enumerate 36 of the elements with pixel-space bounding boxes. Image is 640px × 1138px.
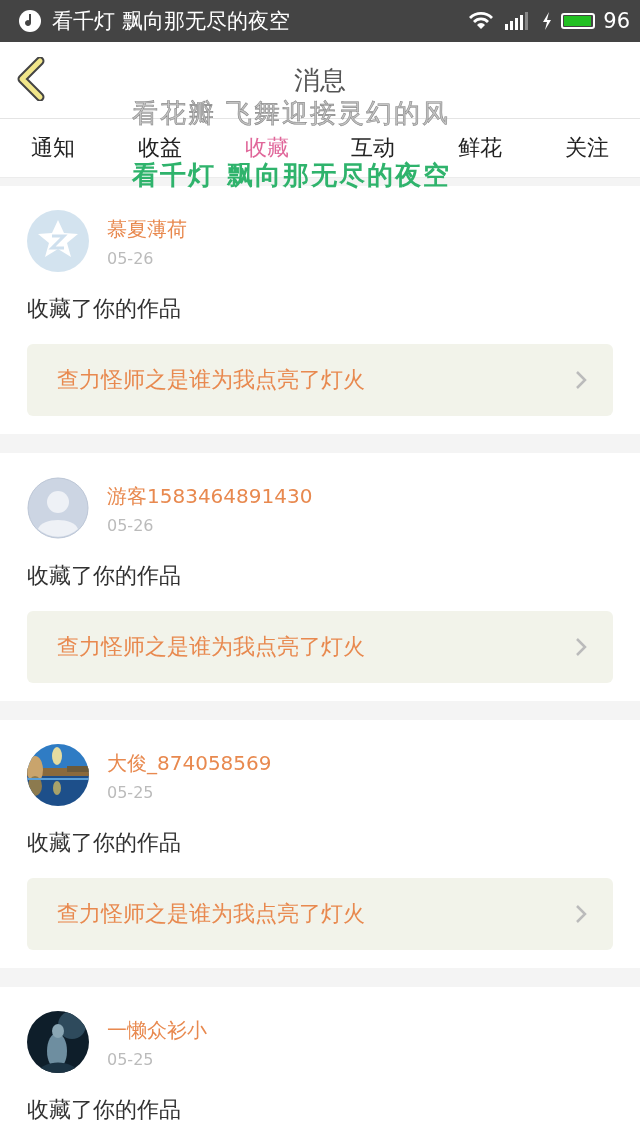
message-date: 05-26 [107,516,155,535]
username[interactable]: 一懒众衫小 [107,1017,207,1044]
work-link[interactable]: 查力怪师之是谁为我点亮了灯火 [27,878,613,950]
username[interactable]: 慕夏薄荷 [107,216,187,243]
tab[interactable]: 鲜花 [458,136,502,160]
music-note-icon [18,9,42,33]
work-link[interactable]: 查力怪师之是谁为我点亮了灯火 [27,344,613,416]
message-text: 收藏了你的作品 [27,829,182,857]
message-text: 收藏了你的作品 [27,295,182,323]
tab[interactable]: 收藏 [244,136,289,160]
message-date: 05-25 [107,1050,155,1069]
page-title: 消息 [294,63,346,97]
work-link[interactable]: 查力怪师之是谁为我点亮了灯火 [27,611,613,683]
lyrics-text: 看千灯 飘向那无尽的夜空 [132,161,452,189]
message-date: 05-26 [107,249,155,268]
person-avatar-icon [27,477,89,539]
notification-text: 看千灯 飘向那无尽的夜空 [52,8,290,35]
tab[interactable]: 通知 [31,136,76,160]
username[interactable]: 大俊_874058569 [107,750,272,777]
lyrics-text: 看花瓣 飞舞迎接灵幻的风 [132,99,451,127]
tab[interactable]: 关注 [564,136,609,160]
charging-icon [541,11,554,31]
tab[interactable]: 互动 [351,136,396,160]
back-chevron-icon [16,57,46,101]
message-text: 收藏了你的作品 [27,1096,182,1124]
username[interactable]: 游客1583464891430 [107,483,313,510]
message-date: 05-25 [107,783,155,802]
star-avatar-icon [27,210,89,272]
battery-icon [561,13,596,29]
battery-percent: 96 [603,9,630,33]
chevron-right-icon [575,370,587,390]
message-text: 收藏了你的作品 [27,562,182,590]
chevron-right-icon [575,637,587,657]
tab[interactable]: 收益 [138,136,182,160]
chevron-right-icon [575,904,587,924]
wifi-icon [467,10,496,32]
